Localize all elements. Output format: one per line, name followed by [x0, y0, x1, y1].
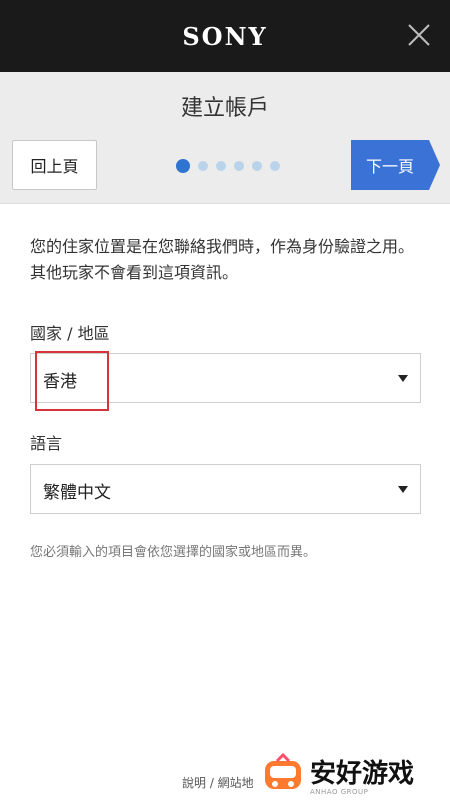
step-dot-6: [270, 161, 280, 171]
language-value: 繁體中文: [43, 483, 111, 503]
next-button[interactable]: 下一頁: [351, 140, 440, 190]
watermark-subtext: ANHAO GROUP: [310, 788, 369, 796]
footer-links[interactable]: 說明 / 網站地: [182, 774, 254, 791]
back-button[interactable]: 回上頁: [12, 140, 97, 190]
brand-logo: SONY: [182, 22, 268, 51]
language-select[interactable]: 繁體中文: [30, 464, 421, 514]
page-header: 建立帳戶 回上頁 下一頁: [0, 72, 450, 204]
step-dot-1: [176, 159, 190, 173]
region-note: 您必須輸入的項目會依您選擇的國家或地區而異。: [30, 545, 317, 560]
close-button[interactable]: [406, 22, 432, 48]
page-title: 建立帳戶: [180, 96, 269, 121]
step-dot-4: [234, 161, 244, 171]
watermark: 安好游戏 ANHAO GROUP: [262, 748, 450, 800]
gamepad-logo-icon: [265, 753, 301, 789]
step-dot-2: [198, 161, 208, 171]
next-button-label: 下一頁: [365, 157, 414, 176]
dropdown-caret-icon: [398, 375, 408, 382]
language-label: 語言: [30, 434, 63, 453]
highlight-annotation: [35, 351, 109, 411]
watermark-text: 安好游戏: [310, 759, 415, 789]
top-bar: SONY: [0, 0, 450, 72]
country-label: 國家 / 地區: [30, 324, 110, 343]
close-icon: [408, 24, 430, 46]
info-text: 您的住家位置是在您聯絡我們時，作為身份驗證之用。其他玩家不會看到這項資訊。: [30, 237, 415, 282]
step-dot-5: [252, 161, 262, 171]
step-indicator: [176, 159, 288, 173]
step-dot-3: [216, 161, 226, 171]
dropdown-caret-icon: [398, 486, 408, 493]
